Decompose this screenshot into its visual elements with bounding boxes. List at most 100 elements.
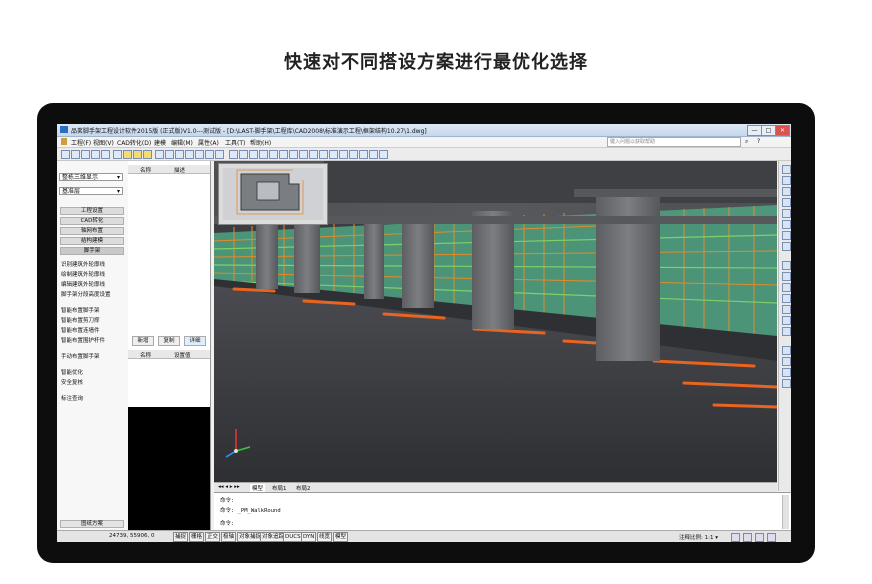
item-smart-scaffold[interactable]: 智能布置脚手架 (61, 306, 100, 314)
item-smart-optimize[interactable]: 智能优化 (61, 368, 83, 376)
bulb-icon[interactable] (123, 150, 132, 159)
settings-icon[interactable] (782, 368, 791, 377)
tab-layout1[interactable]: 布局1 (272, 484, 287, 492)
select-icon[interactable] (229, 150, 238, 159)
extend-icon[interactable] (329, 150, 338, 159)
tab-nav-arrows[interactable]: ◂◂ ◂ ▸ ▸▸ (218, 484, 240, 490)
close-button[interactable]: ✕ (775, 125, 790, 136)
save-icon[interactable] (61, 150, 70, 159)
menu-attributes[interactable]: 属性(A) (198, 138, 219, 147)
copy-icon[interactable] (259, 150, 268, 159)
minimap[interactable] (218, 163, 328, 225)
zoom-in-icon[interactable] (782, 187, 791, 196)
chart-icon[interactable] (195, 150, 204, 159)
undo-icon[interactable] (91, 150, 100, 159)
copy-button[interactable]: 复制 (158, 336, 180, 346)
filter-icon[interactable] (782, 316, 791, 325)
app-menu-icon[interactable] (61, 138, 67, 145)
pan-icon[interactable] (782, 165, 791, 174)
section-icon[interactable] (782, 294, 791, 303)
view-mode-select[interactable]: 整栋三维显示 ▾ (59, 173, 123, 181)
menu-cad[interactable]: CAD转化(D) (117, 138, 151, 147)
annotation-scale[interactable]: 注释比例: 1:1 ▾ (679, 533, 718, 541)
lock-icon[interactable] (755, 533, 764, 542)
move-icon[interactable] (239, 150, 248, 159)
layer-icon[interactable] (155, 150, 164, 159)
layers-icon[interactable] (782, 305, 791, 314)
item-segment-height[interactable]: 脚手架分段高度设置 (61, 290, 111, 298)
menu-project[interactable]: 工程(F) (71, 138, 91, 147)
fullscreen-icon[interactable] (767, 533, 776, 542)
toggle-snap[interactable]: 捕捉 (173, 532, 189, 542)
toggle-lineweight[interactable]: 线宽 (317, 532, 333, 542)
add-button[interactable]: 新增 (132, 336, 154, 346)
offset-icon[interactable] (299, 150, 308, 159)
menu-view[interactable]: 视图(V) (93, 138, 114, 147)
rotate-icon[interactable] (215, 150, 224, 159)
command-prompt[interactable]: 命令: (220, 519, 234, 527)
mirror-icon[interactable] (289, 150, 298, 159)
item-smart-wall-ties[interactable]: 智能布置连墙件 (61, 326, 100, 334)
trim-icon[interactable] (319, 150, 328, 159)
iso-icon[interactable] (782, 272, 791, 281)
grid-icon[interactable] (165, 150, 174, 159)
toggle-model[interactable]: 模型 (333, 532, 349, 542)
help-search-input[interactable]: 键入问题以获取帮助 (607, 137, 741, 147)
item-smart-bracing[interactable]: 智能布置剪刀撑 (61, 316, 100, 324)
toggle-ducs[interactable]: DUCS (283, 532, 303, 542)
search-icon[interactable]: ⌕ (745, 138, 748, 146)
zoom-icon[interactable] (113, 150, 122, 159)
array-icon[interactable] (309, 150, 318, 159)
detail-button[interactable]: 详细 (184, 336, 206, 346)
forward-icon[interactable] (81, 150, 90, 159)
paste-icon[interactable] (269, 150, 278, 159)
print-icon[interactable] (782, 357, 791, 366)
delete-icon[interactable] (279, 150, 288, 159)
zoom-extent-icon[interactable] (782, 209, 791, 218)
calc-icon[interactable] (175, 150, 184, 159)
item-smart-guard-rails[interactable]: 智能布置围护杆件 (61, 336, 105, 344)
list-icon[interactable] (782, 346, 791, 355)
walk-icon[interactable] (782, 220, 791, 229)
menu-edit[interactable]: 编辑(M) (171, 138, 193, 147)
toggle-polar[interactable]: 极轴 (221, 532, 237, 542)
workspace-icon[interactable] (743, 533, 752, 542)
break-icon[interactable] (339, 150, 348, 159)
section-scaffold[interactable]: 脚手架 (60, 247, 124, 255)
section-axis-grid[interactable]: 轴网布置 (60, 227, 124, 235)
view-icon[interactable] (205, 150, 214, 159)
measure-icon[interactable] (359, 150, 368, 159)
menu-help[interactable]: 帮助(H) (250, 138, 271, 147)
section-cad-convert[interactable]: CAD转化 (60, 217, 124, 225)
item-manual-scaffold[interactable]: 手动布置脚手架 (61, 352, 100, 360)
render-icon[interactable] (782, 283, 791, 292)
toggle-dyn[interactable]: DYN (301, 532, 317, 542)
menu-tools[interactable]: 工具(T) (225, 138, 245, 147)
view-top-icon[interactable] (782, 231, 791, 240)
report-icon[interactable] (369, 150, 378, 159)
menu-model[interactable]: 建模 (154, 138, 166, 147)
minimize-button[interactable]: — (747, 125, 762, 136)
item-safety-review[interactable]: 安全复核 (61, 378, 83, 386)
back-icon[interactable] (71, 150, 80, 159)
annotation-icon[interactable] (731, 533, 740, 542)
help-icon[interactable]: ? (757, 138, 760, 145)
orbit-icon[interactable] (782, 176, 791, 185)
export-3d-icon[interactable] (782, 379, 791, 388)
item-draw-outline[interactable]: 绘制建筑外轮廓线 (61, 270, 105, 278)
command-scrollbar[interactable] (782, 495, 789, 529)
maximize-button[interactable]: □ (761, 125, 776, 136)
toggle-grid[interactable]: 栅格 (189, 532, 205, 542)
floor-select[interactable]: 基准层 ▾ (59, 187, 123, 195)
section-structure-model[interactable]: 结构建模 (60, 237, 124, 245)
tab-model[interactable]: 模型 (250, 484, 266, 492)
bulb-icon-2[interactable] (133, 150, 142, 159)
redo-icon[interactable] (101, 150, 110, 159)
view-front-icon[interactable] (782, 242, 791, 251)
toggle-ortho[interactable]: 正交 (205, 532, 221, 542)
item-edit-outline[interactable]: 编辑建筑外轮廓线 (61, 280, 105, 288)
measure-icon[interactable] (782, 327, 791, 336)
section-project-settings[interactable]: 工程设置 (60, 207, 124, 215)
item-annotation-query[interactable]: 标注查询 (61, 394, 83, 402)
view-side-icon[interactable] (782, 261, 791, 270)
